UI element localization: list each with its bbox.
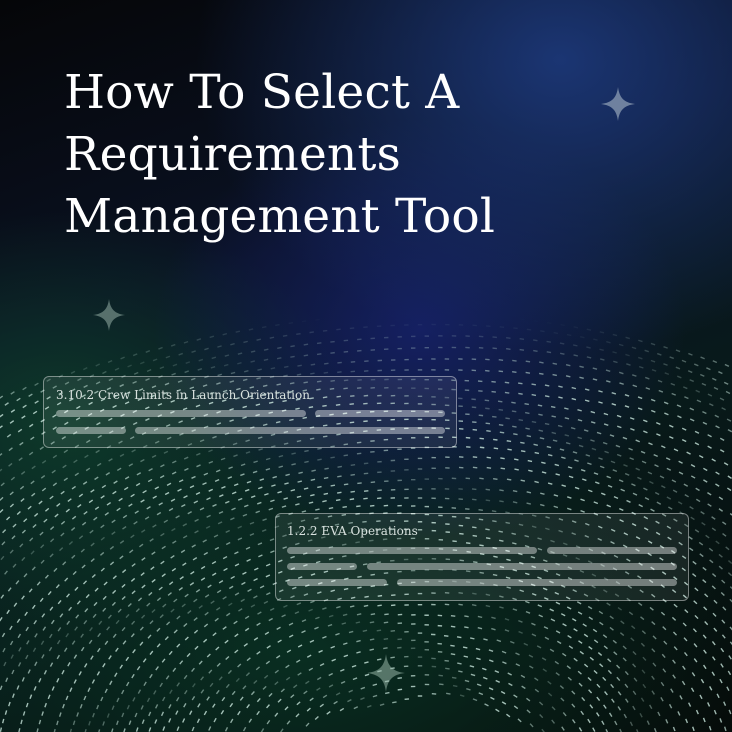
title-line-1: How To Select A <box>64 65 460 120</box>
hero-canvas: How To Select A Requirements Management … <box>0 0 732 732</box>
placeholder-bar <box>547 547 677 554</box>
placeholder-bar <box>135 427 445 434</box>
requirement-card[interactable]: 1.2.2 EVA Operations <box>275 513 689 601</box>
requirement-card-title: 3.10.2 Crew Limits in Launch Orientation <box>56 388 310 402</box>
placeholder-bar <box>287 563 357 570</box>
sparkle-icon <box>92 298 126 332</box>
placeholder-bar <box>287 579 387 586</box>
sparkle-icon <box>601 87 635 121</box>
placeholder-bar <box>367 563 677 570</box>
page-title: How To Select A Requirements Management … <box>64 62 495 248</box>
requirement-card-title: 1.2.2 EVA Operations <box>287 524 418 538</box>
placeholder-bar <box>56 427 126 434</box>
placeholder-bar <box>397 579 677 586</box>
placeholder-bar <box>287 547 537 554</box>
placeholder-bar <box>56 410 306 417</box>
placeholder-bar <box>315 410 445 417</box>
title-line-2: Requirements <box>64 127 401 182</box>
sparkle-icon <box>367 654 405 692</box>
title-line-3: Management Tool <box>64 189 496 244</box>
requirement-card[interactable]: 3.10.2 Crew Limits in Launch Orientation <box>43 376 457 448</box>
